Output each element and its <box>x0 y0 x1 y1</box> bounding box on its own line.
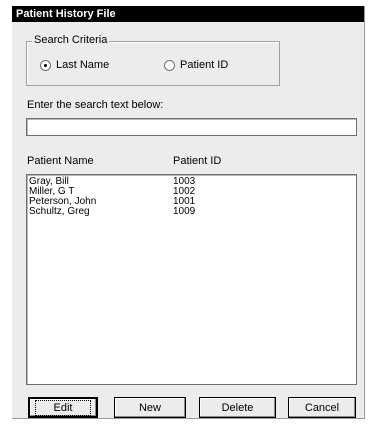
edit-button-label: Edit <box>34 399 92 416</box>
patient-id-radio-label: Patient ID <box>180 59 229 71</box>
patient-history-window: Patient History File Search Criteria Las… <box>12 6 365 419</box>
last-name-radio-label: Last Name <box>56 59 110 71</box>
new-button[interactable]: New <box>114 397 186 418</box>
patient-id-cell: 1009 <box>173 206 196 217</box>
search-prompt: Enter the search text below: <box>27 99 164 111</box>
window-title: Patient History File <box>12 6 364 22</box>
last-name-radio[interactable]: Last Name <box>40 59 109 71</box>
patient-id-radio[interactable]: Patient ID <box>164 59 228 71</box>
patient-id-header: Patient ID <box>173 155 222 167</box>
search-criteria-legend: Search Criteria <box>32 34 110 46</box>
cancel-button[interactable]: Cancel <box>288 397 356 418</box>
patient-id-radio-button[interactable] <box>164 59 175 71</box>
search-criteria-group: Search Criteria Last Name Patient ID <box>26 34 280 86</box>
patient-list[interactable]: Gray, Bill 1003 Miller, G T 1002 Peterso… <box>26 174 357 385</box>
patient-id-cell: 1002 <box>173 186 196 197</box>
edit-button[interactable]: Edit <box>28 397 98 418</box>
patient-name-cell: Schultz, Greg <box>29 206 90 217</box>
delete-button[interactable]: Delete <box>199 397 276 418</box>
patient-id-cell: 1001 <box>173 196 196 207</box>
search-input[interactable] <box>26 118 357 136</box>
last-name-radio-button[interactable] <box>40 59 51 71</box>
patient-id-cell: 1003 <box>173 176 196 187</box>
patient-name-header: Patient Name <box>27 155 94 167</box>
list-item[interactable]: Schultz, Greg 1009 <box>27 207 356 217</box>
